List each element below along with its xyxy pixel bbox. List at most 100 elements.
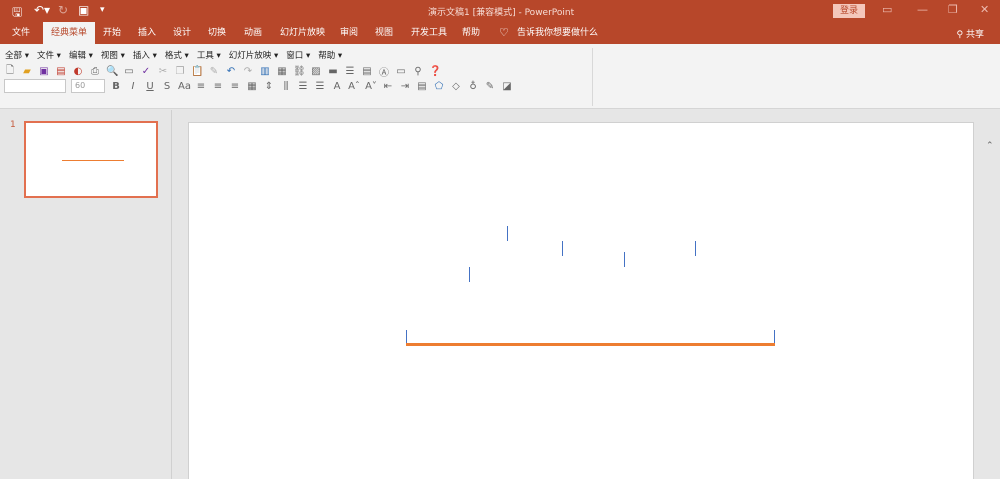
underline-icon[interactable]: U [144,81,156,92]
italic-icon[interactable]: I [127,81,139,92]
slide-thumbnail-panel: 1 [0,110,172,479]
menu-slideshow[interactable]: 幻灯片放映 ▾ [229,49,278,61]
menu-format[interactable]: 格式 ▾ [165,49,189,61]
orange-line-shape[interactable] [406,343,775,346]
slide-canvas[interactable] [188,122,974,479]
standard-toolbar: 🗋 ▰ ▣ ▤ ◐ ⎙ 🔍 ▭ ✓ ✂ ❐ 📋 ✎ ↶ ↷ ▥ ▦ ⛓ ▨ ▬ … [4,63,441,80]
restore-icon[interactable]: ❐ [948,3,958,16]
tab-view[interactable]: 视图 [375,22,393,44]
help-icon[interactable]: ❓ [429,66,441,77]
customize-icon[interactable]: ▾ [100,5,105,15]
save-icon[interactable]: ▣ [38,66,50,77]
color-icon[interactable]: ▬ [327,66,339,77]
hyperlink-icon[interactable]: ⛓ [293,66,306,77]
shadow-icon[interactable]: S [161,81,173,92]
ribbon-tabs: 文件 经典菜单 开始 插入 设计 切换 动画 幻灯片放映 审阅 视图 开发工具 … [0,22,1000,44]
text-cursor [562,241,563,256]
paste-icon[interactable]: 📋 [191,66,203,77]
textbox-icon[interactable]: Ⓐ [378,64,390,79]
shape-effects-icon[interactable]: ◪ [501,81,513,92]
minimize-icon[interactable]: — [917,3,928,16]
tab-transitions[interactable]: 切换 [208,22,226,44]
tab-slideshow[interactable]: 幻灯片放映 [280,22,325,44]
columns-icon[interactable]: ⫼ [280,81,292,92]
close-icon[interactable]: ✕ [980,3,989,16]
change-case-icon[interactable]: Aa [178,81,191,92]
justify-icon[interactable]: ▦ [246,81,258,92]
undo-icon[interactable]: ↶ [225,66,237,77]
table-icon[interactable]: ▦ [276,66,288,77]
cut-icon[interactable]: ✂ [157,66,169,77]
text-cursor [507,226,508,241]
menu-insert[interactable]: 插入 ▾ [133,49,157,61]
menu-edit[interactable]: 编辑 ▾ [69,49,93,61]
tab-animations[interactable]: 动画 [244,22,262,44]
permission-icon[interactable]: ◐ [72,66,84,77]
spelling-icon[interactable]: ✓ [140,66,152,77]
tab-insert[interactable]: 插入 [138,22,156,44]
tab-review[interactable]: 审阅 [340,22,358,44]
increase-indent-icon[interactable]: ⇥ [399,81,411,92]
bold-icon[interactable]: B [110,81,122,92]
fill-bucket-icon[interactable]: ♁ [467,81,479,92]
outline-icon[interactable]: ☰ [344,66,356,77]
menu-tools[interactable]: 工具 ▾ [197,49,221,61]
tab-help[interactable]: 帮助 [462,22,480,44]
align-right-icon[interactable]: ≡ [229,81,241,92]
picture-icon[interactable]: ▨ [310,66,322,77]
presentation-icon[interactable]: ▣ [78,3,89,17]
align-left-icon[interactable]: ≡ [195,81,207,92]
comment-icon[interactable]: ▭ [395,66,407,77]
redo-icon[interactable]: ↷ [242,66,254,77]
tab-design[interactable]: 设计 [173,22,191,44]
shape-fill-icon[interactable]: ◇ [450,81,462,92]
bullets-icon[interactable]: ☰ [297,81,309,92]
menu-help[interactable]: 帮助 ▾ [318,49,342,61]
text-cursor [695,241,696,256]
copy-icon[interactable]: ❐ [174,66,186,77]
align-center-icon[interactable]: ≡ [212,81,224,92]
font-name-combo[interactable] [4,79,66,93]
text-direction-icon[interactable]: ⇕ [263,81,275,92]
print-preview-icon[interactable]: 🔍 [106,66,118,77]
new-icon[interactable]: 🗋 [4,63,16,80]
print-icon[interactable]: ⎙ [89,66,101,77]
title-bar: 🖫 ↶▾ ↻ ▣ ▾ 演示文稿1 [兼容模式] - PowerPoint 登录 … [0,0,1000,22]
redo-icon[interactable]: ↻ [58,3,68,17]
format-painter-icon[interactable]: ✎ [208,66,220,77]
shape-outline-icon[interactable]: ✎ [484,81,496,92]
save-icon[interactable]: 🖫 [12,3,22,24]
tab-home[interactable]: 开始 [103,22,121,44]
open-icon[interactable]: ▰ [21,66,33,77]
grow-font-icon[interactable]: Aˆ [348,81,360,92]
shapes-icon[interactable]: ⬠ [433,81,445,92]
collapse-ribbon-icon[interactable]: ⌃ [986,141,994,151]
numbering-icon[interactable]: ☰ [314,81,326,92]
slide-thumbnail[interactable] [24,121,158,198]
window-title: 演示文稿1 [兼容模式] - PowerPoint [428,8,575,18]
chart-icon[interactable]: ▥ [259,66,271,77]
font-color-icon[interactable]: A [331,81,343,92]
tab-developer[interactable]: 开发工具 [411,22,447,44]
login-button[interactable]: 登录 [833,4,865,18]
font-size-combo[interactable]: 60 [71,79,105,93]
ribbon: 全部 ▾ 文件 ▾ 编辑 ▾ 视图 ▾ 插入 ▾ 格式 ▾ 工具 ▾ 幻灯片放映… [0,44,1000,151]
ribbon-display-icon[interactable]: ▭ [882,3,892,16]
tab-file[interactable]: 文件 [12,22,30,44]
zoom-icon[interactable]: ⚲ [412,66,424,77]
menu-window[interactable]: 窗口 ▾ [286,49,310,61]
save-as-icon[interactable]: ▤ [55,66,67,77]
formatting-toolbar: 60 B I U S Aa ≡ ≡ ≡ ▦ ⇕ ⫼ ☰ ☰ A Aˆ A˅ ⇤ … [4,79,513,93]
tell-me-search[interactable]: 告诉我你想要做什么 [517,22,598,44]
decrease-indent-icon[interactable]: ⇤ [382,81,394,92]
arrange-icon[interactable]: ▤ [416,81,428,92]
slide-icon[interactable]: ▤ [361,66,373,77]
share-button[interactable]: ⚲ 共享 [957,27,984,40]
undo-icon[interactable]: ↶▾ [34,3,50,17]
menu-view[interactable]: 视图 ▾ [101,49,125,61]
layout-icon[interactable]: ▭ [123,66,135,77]
shrink-font-icon[interactable]: A˅ [365,81,377,92]
menu-all[interactable]: 全部 ▾ [5,49,29,61]
tab-classic-menu[interactable]: 经典菜单 [43,22,96,44]
menu-file[interactable]: 文件 ▾ [37,49,61,61]
